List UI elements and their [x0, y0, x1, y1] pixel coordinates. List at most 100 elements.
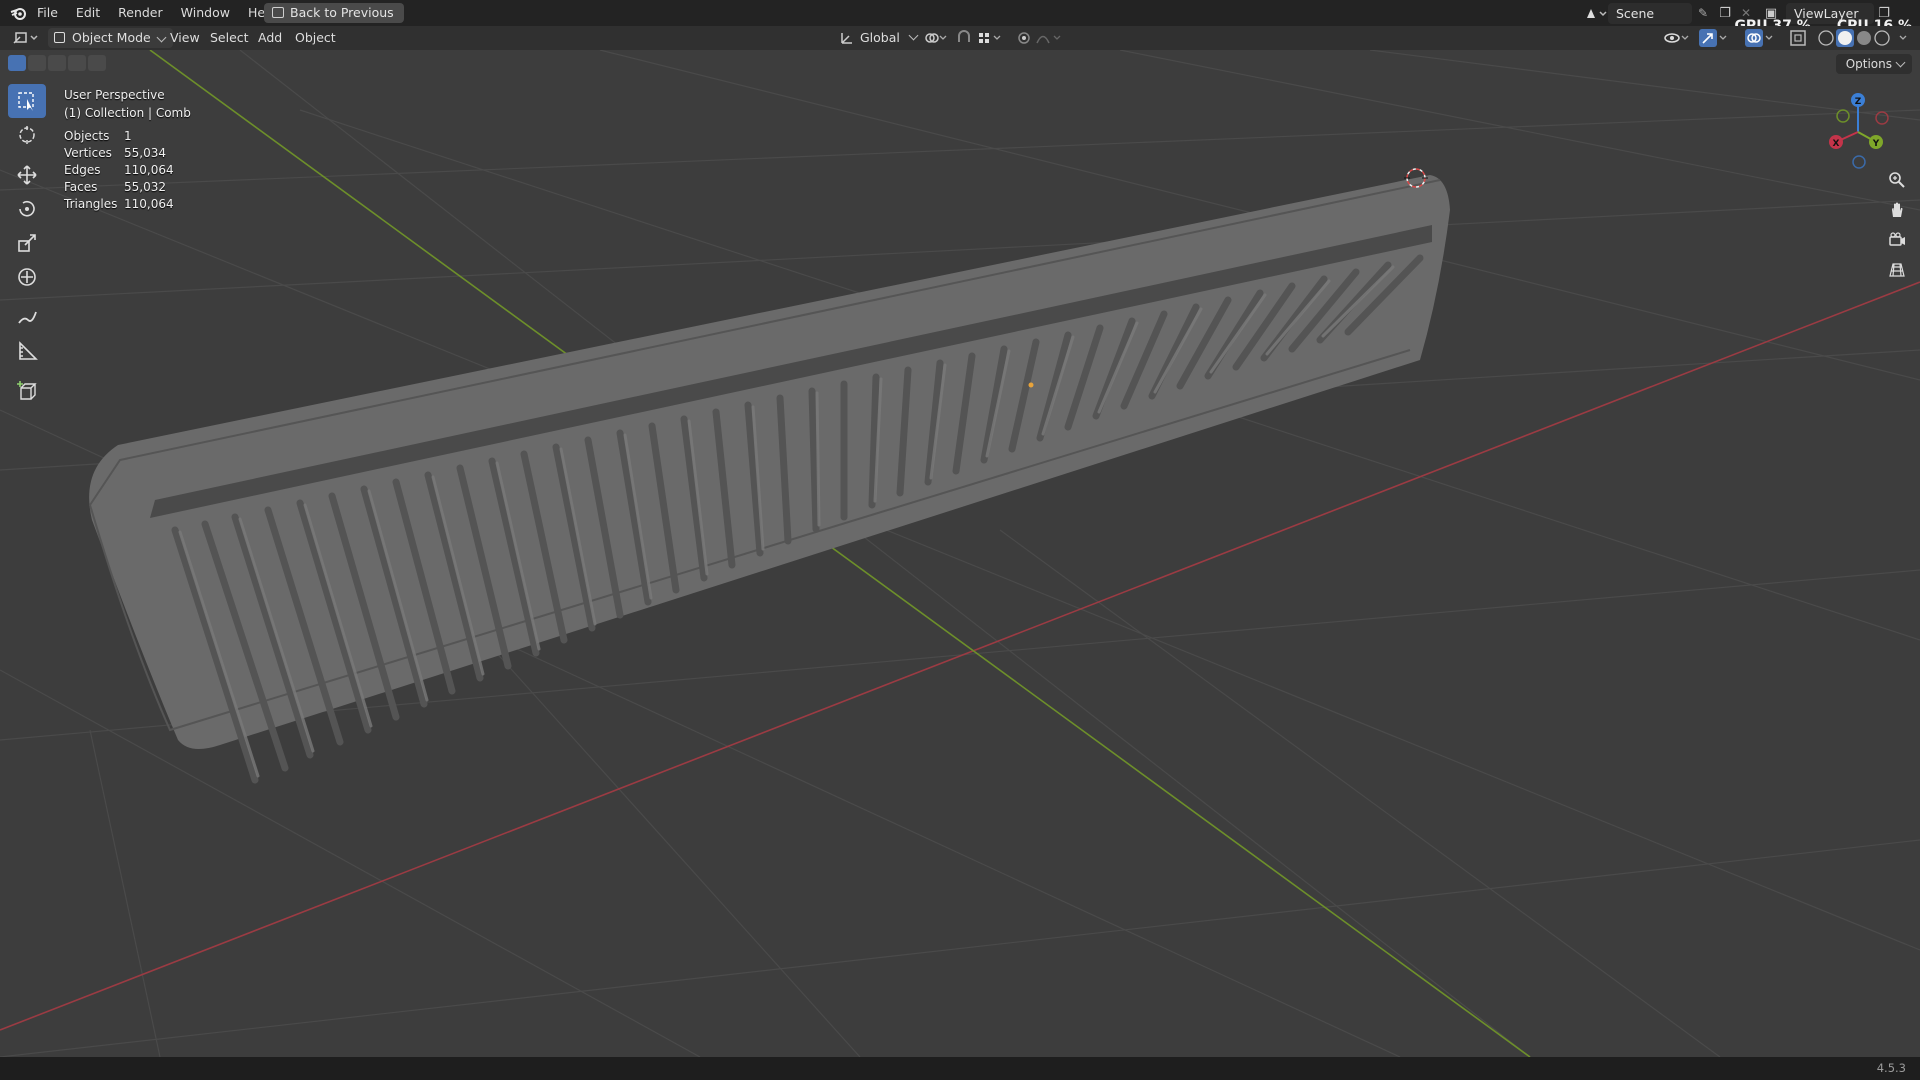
select-subtract-icon[interactable] [48, 55, 66, 71]
stat-label: Faces [64, 180, 98, 194]
rendered-shading-icon [1874, 30, 1890, 46]
snap-target-icon[interactable] [976, 28, 1004, 48]
origin-point [1028, 382, 1034, 388]
stat-value: 110,064 [124, 197, 174, 211]
gizmo-toggle-icon[interactable] [1698, 28, 1730, 48]
stat-value: 1 [124, 129, 132, 143]
stat-row: Triangles 110,064 [64, 196, 191, 213]
select-new-icon[interactable] [8, 55, 26, 71]
select-intersect-icon[interactable] [88, 55, 106, 71]
add-cube-tool[interactable] [8, 374, 46, 408]
xray-toggle-icon[interactable] [1788, 28, 1808, 48]
menu-file[interactable]: File [28, 0, 67, 26]
gizmo-z-label: Z [1855, 97, 1862, 107]
gizmo-x-label: X [1833, 139, 1840, 149]
proportional-editing-icon[interactable] [1014, 28, 1034, 48]
move-icon [17, 165, 37, 185]
scale-icon [18, 234, 36, 252]
back-to-previous-label: Back to Previous [290, 5, 394, 20]
falloff-icon[interactable] [1034, 28, 1064, 48]
viewport-info-overlay: User Perspective (1) Collection | Comb O… [64, 86, 191, 213]
menu-render[interactable]: Render [109, 0, 172, 26]
menu-window[interactable]: Window [172, 0, 239, 26]
blender-logo-icon[interactable] [8, 0, 28, 26]
snap-toggle-icon[interactable] [954, 28, 974, 48]
wireframe-shading-icon [1818, 30, 1834, 46]
camera-view-icon[interactable] [1884, 228, 1910, 252]
pan-hand-icon[interactable] [1884, 198, 1910, 222]
transform-icon [18, 268, 36, 286]
status-bar: 4.5.3 [0, 1057, 1920, 1080]
chevron-down-icon [1895, 57, 1906, 68]
add-cube-icon [17, 381, 37, 400]
overlays-toggle-icon[interactable] [1744, 28, 1776, 48]
navigation-buttons [1884, 168, 1910, 282]
solid-shading-icon [1838, 31, 1852, 45]
stat-value: 110,064 [124, 163, 174, 177]
object-mode-icon [54, 32, 65, 43]
version-label: 4.5.3 [1876, 1061, 1906, 1075]
comb-mesh [88, 175, 1451, 784]
select-invert-icon[interactable] [68, 55, 86, 71]
menu-view[interactable]: View [170, 28, 200, 48]
collection-label: (1) Collection | Comb [64, 106, 191, 120]
perspective-label: User Perspective [64, 88, 165, 102]
stat-label: Vertices [64, 146, 112, 160]
select-extend-icon[interactable] [28, 55, 46, 71]
pivot-point-icon[interactable] [922, 28, 948, 48]
annotate-icon [18, 311, 37, 324]
annotate-tool[interactable] [8, 300, 46, 334]
screen-icon [272, 7, 284, 18]
stat-row: Objects 1 [64, 128, 191, 145]
rotate-icon [19, 200, 35, 217]
visibility-icon[interactable] [1662, 28, 1692, 48]
options-label: Options [1845, 57, 1892, 71]
orientation-dropdown[interactable]: Global [840, 28, 919, 48]
viewport-header: Object Mode View Select Add Object Globa… [0, 26, 1920, 50]
scene-statistics: Objects 1 Vertices 55,034 Edges 110,064 Fac… [64, 128, 191, 213]
menu-add[interactable]: Add [258, 28, 282, 48]
measure-icon [19, 341, 38, 360]
measure-tool[interactable] [8, 334, 46, 368]
stat-label: Triangles [64, 197, 118, 211]
scene-name-field[interactable]: Scene [1608, 2, 1692, 24]
stat-value: 55,032 [124, 180, 166, 194]
tool-shelf [8, 84, 46, 408]
stat-row: Vertices 55,034 [64, 145, 191, 162]
new-scene-icon[interactable]: ❐ [1714, 6, 1736, 21]
scene-icon[interactable] [1582, 3, 1608, 24]
chevron-down-icon [908, 30, 919, 41]
3d-viewport[interactable]: User Perspective (1) Collection | Comb O… [0, 50, 1920, 1057]
chevron-down-icon [156, 32, 167, 43]
orientation-label: Global [860, 30, 900, 45]
stat-label: Objects [64, 129, 110, 143]
menu-select[interactable]: Select [210, 28, 249, 48]
zoom-icon[interactable] [1884, 168, 1910, 192]
material-shading-icon [1857, 31, 1871, 45]
select-box-icon [18, 92, 34, 111]
options-dropdown[interactable]: Options [1835, 54, 1912, 74]
shading-modes [1812, 28, 1916, 48]
select-box-tool[interactable] [8, 84, 46, 118]
transform-tool[interactable] [8, 260, 46, 294]
stat-label: Edges [64, 163, 101, 177]
top-bar: File Edit Render Window Help Back to Pre… [0, 0, 1920, 34]
scale-tool[interactable] [8, 226, 46, 260]
selection-mode-buttons [8, 55, 106, 71]
stat-row: Edges 110,064 [64, 162, 191, 179]
back-to-previous-button[interactable]: Back to Previous [264, 3, 404, 23]
mode-dropdown[interactable]: Object Mode [48, 28, 173, 48]
menu-edit[interactable]: Edit [67, 0, 109, 26]
gizmo-y-label: Y [1872, 139, 1880, 149]
cursor-icon [19, 126, 35, 144]
scene-grid [0, 50, 1920, 1057]
pin-icon[interactable]: ✎ [1692, 6, 1714, 20]
rotate-tool[interactable] [8, 192, 46, 226]
move-tool[interactable] [8, 158, 46, 192]
menu-bar: File Edit Render Window Help [8, 0, 285, 26]
stat-row: Faces 55,032 [64, 179, 191, 196]
cursor-tool[interactable] [8, 118, 46, 152]
perspective-toggle-icon[interactable] [1884, 258, 1910, 282]
editor-type-icon[interactable] [12, 28, 42, 48]
menu-object[interactable]: Object [295, 28, 336, 48]
